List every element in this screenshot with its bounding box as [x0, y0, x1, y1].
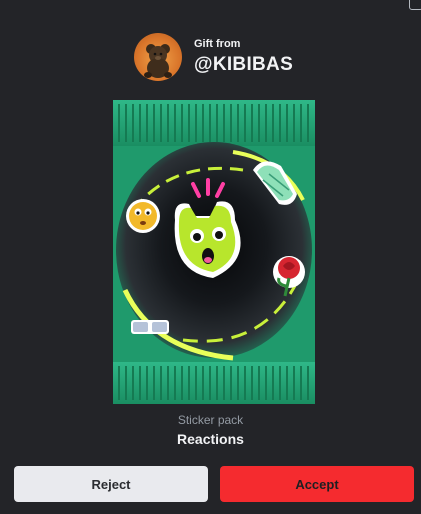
accept-button[interactable]: Accept	[220, 466, 414, 502]
gift-dialog: Gift from @KIBIBAS Sticker pack Reaction…	[0, 0, 421, 514]
reject-button[interactable]: Reject	[14, 466, 208, 502]
gift-header-text: Gift from @KIBIBAS	[194, 38, 293, 77]
pack-name: Reactions	[177, 431, 244, 447]
teddy-bear-avatar-icon	[144, 44, 172, 78]
gift-from-label: Gift from	[194, 37, 241, 50]
sticker-pack-illustration	[113, 100, 315, 404]
window-corner-control[interactable]	[409, 0, 421, 10]
gift-sender-username: @KIBIBAS	[194, 53, 294, 75]
pack-type-label: Sticker pack	[177, 413, 244, 427]
avatar	[134, 33, 182, 81]
sticker-pack-icon	[113, 100, 315, 404]
gift-header: Gift from @KIBIBAS	[134, 33, 293, 81]
